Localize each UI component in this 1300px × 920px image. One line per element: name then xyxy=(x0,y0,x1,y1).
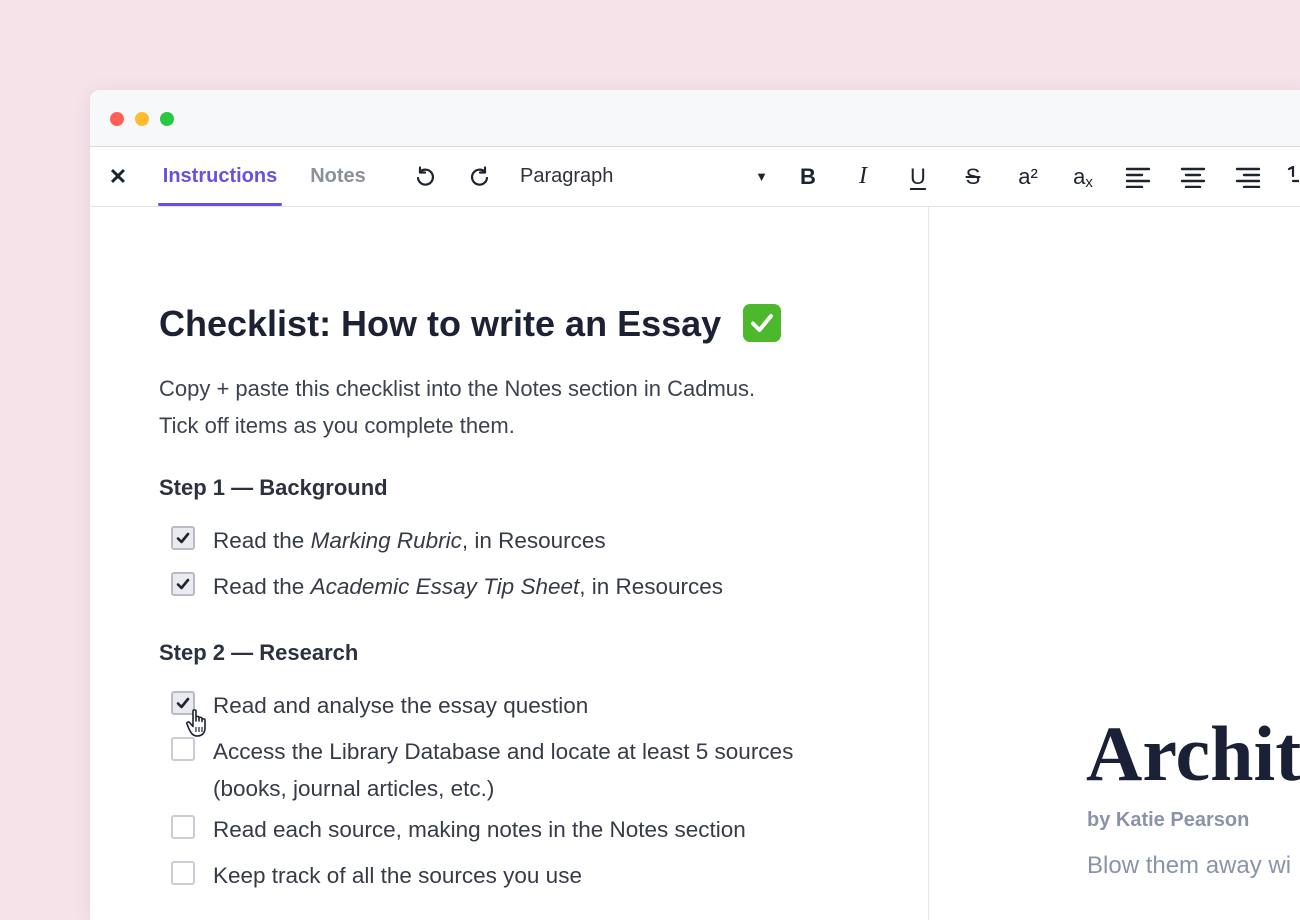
intro-line-1: Copy + paste this checklist into the Not… xyxy=(159,376,756,401)
instructions-pane: Checklist: How to write an Essay Copy + … xyxy=(90,207,929,920)
undo-icon[interactable] xyxy=(410,147,440,206)
window-close-dot[interactable] xyxy=(110,112,124,126)
checkbox-unchecked[interactable] xyxy=(171,815,195,839)
check-mark-button-icon xyxy=(743,304,782,342)
item-text-pre: Read the xyxy=(213,528,311,553)
intro-line-2: Tick off items as you complete them. xyxy=(159,413,515,438)
item-text-emphasis: Academic Essay Tip Sheet xyxy=(310,574,580,599)
app-window: ✕ Instructions Notes Paragraph ▼ B I U S… xyxy=(90,90,1300,920)
checklist-item-text: Keep track of all the sources you use xyxy=(213,863,582,888)
align-center-icon[interactable] xyxy=(1175,147,1211,206)
window-minimize-dot[interactable] xyxy=(135,112,149,126)
document-title-text: Checklist: How to write an Essay xyxy=(159,303,722,344)
editor-content: Checklist: How to write an Essay Copy + … xyxy=(90,207,1300,920)
item-text-pre: Read the xyxy=(213,574,311,599)
subscript-x: x xyxy=(1085,174,1093,191)
editor-toolbar: ✕ Instructions Notes Paragraph ▼ B I U S… xyxy=(90,147,1300,207)
numbered-list-icon[interactable] xyxy=(1285,147,1300,206)
item-text-line-1: Access the Library Database and locate a… xyxy=(213,739,794,764)
preview-author: by Katie Pearson xyxy=(1087,809,1250,831)
preview-subtitle: Blow them away wi xyxy=(1087,852,1292,879)
document-title: Checklist: How to write an Essay xyxy=(159,303,782,345)
tab-notes[interactable]: Notes xyxy=(306,147,370,206)
checkbox-checked[interactable] xyxy=(171,526,195,550)
step-2-heading: Step 2 — Research xyxy=(159,640,359,665)
item-text-line-2: (books, journal articles, etc.) xyxy=(213,776,495,801)
superscript-button[interactable]: a² xyxy=(1010,147,1046,206)
hand-pointer-icon xyxy=(186,709,206,737)
italic-button[interactable]: I xyxy=(845,147,881,206)
align-left-icon[interactable] xyxy=(1120,147,1156,206)
checkbox-checked[interactable] xyxy=(171,572,195,596)
checklist-item-text: Read the Marking Rubric, in Resources xyxy=(213,522,893,559)
title-bar xyxy=(90,90,1300,147)
intro-text: Copy + paste this checklist into the Not… xyxy=(159,370,879,444)
item-text-post: , in Resources xyxy=(579,574,724,599)
preview-pane: Archite by Katie Pearson Blow them away … xyxy=(929,207,1300,920)
checklist-item-text: Access the Library Database and locate a… xyxy=(213,733,893,807)
step-1-heading: Step 1 — Background xyxy=(159,475,388,500)
strikethrough-button[interactable]: S xyxy=(955,147,991,206)
bold-button[interactable]: B xyxy=(790,147,826,206)
subscript-base: a xyxy=(1073,163,1086,189)
checklist-item-text: Read and analyse the essay question xyxy=(213,693,589,718)
block-style-value: Paragraph xyxy=(520,165,614,187)
window-zoom-dot[interactable] xyxy=(160,112,174,126)
item-text-post: , in Resources xyxy=(461,528,606,553)
underline-button[interactable]: U xyxy=(900,147,936,206)
redo-icon[interactable] xyxy=(465,147,495,206)
chevron-down-icon: ▼ xyxy=(755,169,768,184)
block-style-select[interactable]: Paragraph ▼ xyxy=(520,147,770,206)
preview-title: Archite xyxy=(1086,710,1300,797)
item-text-emphasis: Marking Rubric xyxy=(310,528,462,553)
checklist-item-text: Read each source, making notes in the No… xyxy=(213,817,746,842)
checklist-item-text: Read the Academic Essay Tip Sheet, in Re… xyxy=(213,568,893,605)
close-icon[interactable]: ✕ xyxy=(108,147,128,206)
align-right-icon[interactable] xyxy=(1230,147,1266,206)
subscript-button[interactable]: ax xyxy=(1065,147,1101,206)
tab-instructions[interactable]: Instructions xyxy=(158,147,282,206)
checkbox-unchecked[interactable] xyxy=(171,861,195,885)
checkbox-unchecked[interactable] xyxy=(171,737,195,761)
